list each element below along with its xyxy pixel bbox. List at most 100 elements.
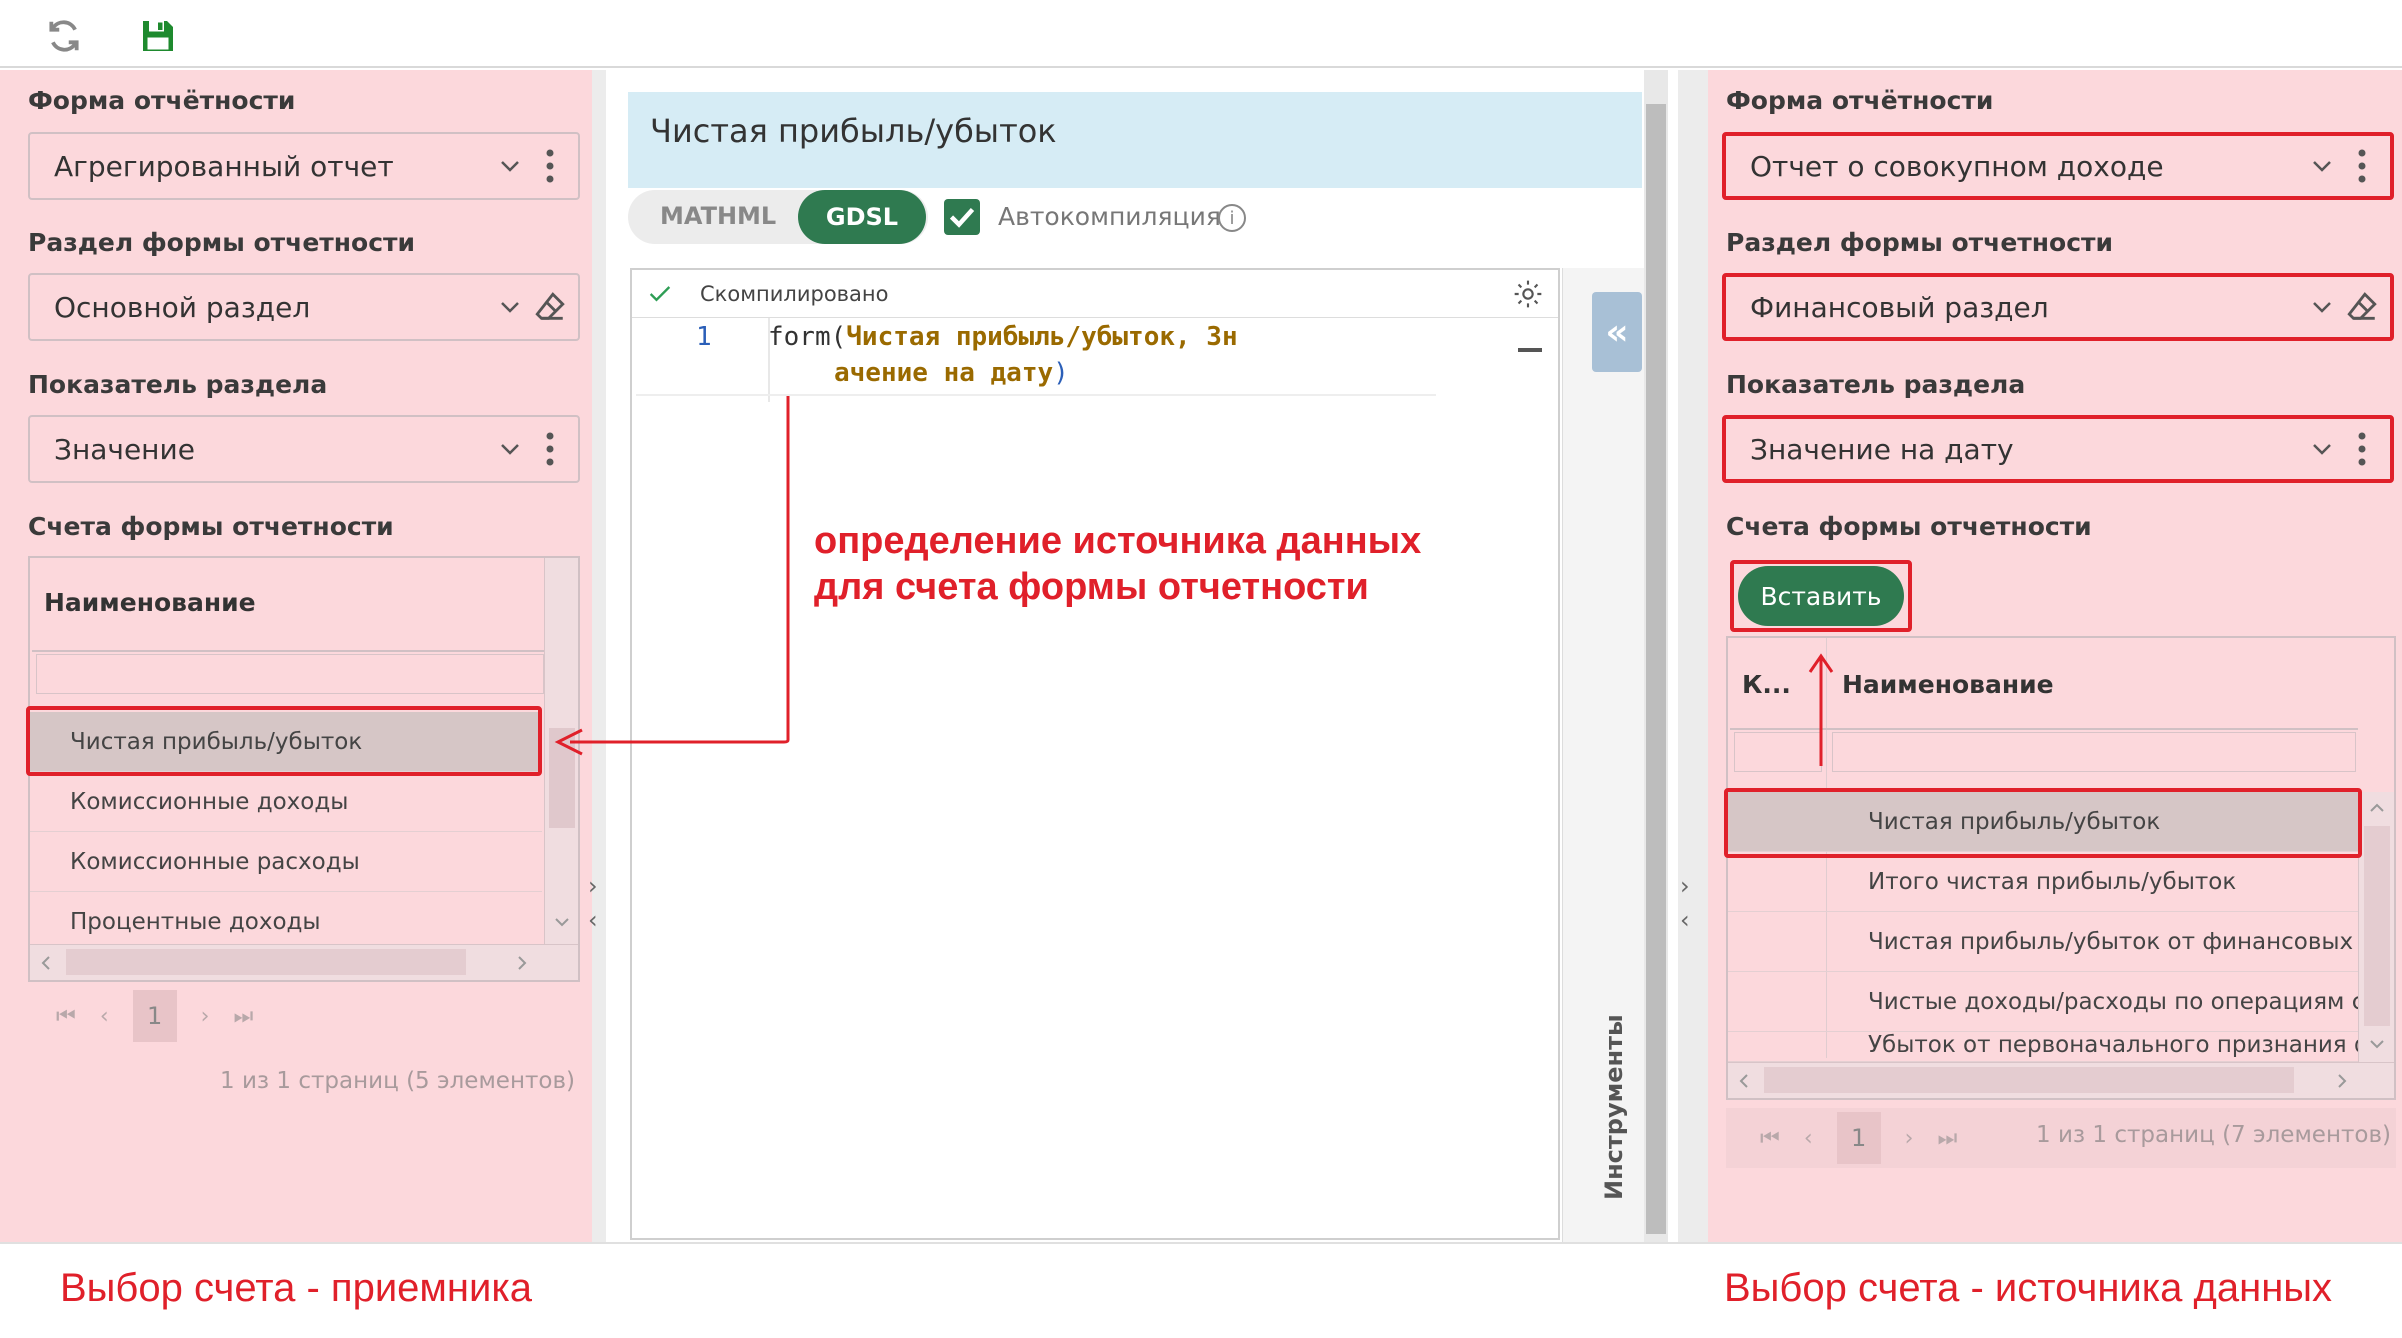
toolbar (0, 0, 2402, 68)
more-vertical-icon[interactable] (530, 146, 570, 186)
chevron-left-icon[interactable]: ‹ (1680, 906, 1690, 934)
left-section-select[interactable]: Основной раздел (28, 273, 580, 341)
left-accounts-label: Счета формы отчетности (28, 512, 394, 541)
first-page-icon[interactable]: ⏮ (1760, 1126, 1780, 1151)
list-item[interactable]: Итого чистая прибыль/убыток (1728, 852, 2358, 912)
refresh-icon[interactable] (42, 14, 86, 58)
save-icon[interactable] (136, 14, 180, 58)
list-item[interactable]: Убыток от первоначального признания фи (1728, 1032, 2358, 1062)
list-item[interactable]: Чистая прибыль/убыток от финансовых о (1728, 912, 2358, 972)
left-column-header-name[interactable]: Наименование (44, 588, 256, 617)
right-accounts-label: Счета формы отчетности (1726, 512, 2092, 541)
vertical-scrollbar[interactable] (2358, 792, 2394, 1062)
left-page-info: 1 из 1 страниц (5 элементов) (220, 1068, 575, 1094)
chevron-down-icon[interactable] (2302, 146, 2342, 186)
right-splitter[interactable] (1678, 70, 1708, 1242)
prev-page-icon[interactable]: ‹ (100, 1004, 109, 1029)
check-icon (649, 286, 671, 302)
highlight-box (26, 706, 542, 776)
line-number: 1 (696, 322, 712, 352)
last-page-icon[interactable]: ⏭ (233, 1004, 253, 1029)
prev-page-icon[interactable]: ‹ (1804, 1126, 1813, 1151)
gear-icon[interactable] (1512, 278, 1544, 310)
scrollbar-thumb[interactable] (66, 949, 466, 975)
annotation-data-source-2: для счета формы отчетности (814, 566, 1369, 608)
autocompile-label: Автокомпиляция (998, 202, 1221, 231)
more-vertical-icon[interactable] (2342, 146, 2382, 186)
next-page-icon[interactable]: › (1905, 1126, 1914, 1151)
annotation-arrow (554, 396, 790, 756)
list-item[interactable]: Процентные доходы (30, 892, 542, 952)
insert-button[interactable]: Вставить (1738, 566, 1904, 626)
right-column-header-name[interactable]: Наименование (1842, 670, 2054, 699)
chevron-left-icon[interactable] (1736, 1073, 1752, 1089)
left-section-value: Основной раздел (54, 290, 311, 324)
annotation-data-source-1: определение источника данных (814, 520, 1422, 562)
scrollbar-thumb[interactable] (1764, 1067, 2294, 1093)
page-number[interactable]: 1 (1836, 1112, 1881, 1164)
chevron-left-icon[interactable] (38, 955, 54, 971)
name-filter-cell[interactable] (1832, 732, 2356, 772)
highlight-box (1724, 788, 2362, 858)
right-indicator-value: Значение на дату (1750, 432, 2014, 466)
left-form-value: Агрегированный отчет (54, 149, 394, 183)
chevron-left-icon[interactable]: ‹ (588, 906, 598, 934)
minimap-marker[interactable] (1518, 348, 1542, 352)
formula-title: Чистая прибыль/убыток (650, 112, 1057, 150)
chevron-right-icon[interactable] (2334, 1073, 2350, 1089)
autocompile-checkbox[interactable] (944, 199, 980, 235)
chevron-down-icon[interactable] (490, 287, 530, 327)
annotation-arrow-up (1808, 653, 1834, 766)
source-caption: Выбор счета - источника данных (1724, 1266, 2333, 1310)
left-pager: ⏮ ‹ 1 › ⏭ (28, 990, 580, 1042)
left-indicator-select[interactable]: Значение (28, 415, 580, 483)
scrollbar-thumb[interactable] (2364, 826, 2390, 1026)
receiver-caption: Выбор счета - приемника (60, 1266, 532, 1310)
right-form-value: Отчет о совокупном доходе (1750, 149, 2164, 183)
bottom-divider (0, 1242, 2402, 1244)
eraser-icon[interactable] (530, 287, 570, 327)
left-indicator-label: Показатель раздела (28, 370, 328, 399)
tab-gdsl[interactable]: GDSL (798, 190, 926, 244)
vertical-scrollbar[interactable] (1644, 70, 1668, 1242)
horizontal-scrollbar[interactable] (1728, 1062, 2394, 1098)
right-section-select[interactable]: Финансовый раздел (1722, 273, 2394, 341)
chevron-down-icon[interactable] (554, 914, 570, 930)
eraser-icon[interactable] (2342, 287, 2382, 327)
chevron-down-icon[interactable] (2302, 287, 2342, 327)
chevron-down-icon[interactable] (2369, 1036, 2385, 1052)
editor-status-bar: Скомпилировано (632, 270, 1558, 318)
left-form-select[interactable]: Агрегированный отчет (28, 132, 580, 200)
left-form-label: Форма отчётности (28, 86, 296, 115)
horizontal-scrollbar[interactable] (30, 944, 578, 980)
info-icon[interactable]: i (1218, 204, 1246, 232)
code-line-1[interactable]: form(Чистая прибыль/убыток, Зн (768, 322, 1238, 352)
right-column-header-code[interactable]: К... (1742, 670, 1791, 699)
right-form-select[interactable]: Отчет о совокупном доходе (1722, 132, 2394, 200)
list-item[interactable]: Комиссионные расходы (30, 832, 542, 892)
chevron-right-icon[interactable]: › (1680, 872, 1690, 900)
code-line-1-wrap[interactable]: ачение на дату) (834, 358, 1069, 388)
first-page-icon[interactable]: ⏮ (56, 1004, 76, 1029)
chevron-right-icon[interactable] (514, 955, 530, 971)
collapse-tools-button[interactable]: « (1592, 292, 1642, 372)
check-icon (949, 207, 975, 228)
tools-label[interactable]: Инструменты (1600, 1014, 1628, 1200)
right-form-label: Форма отчётности (1726, 86, 1994, 115)
list-item[interactable]: Комиссионные доходы (30, 772, 542, 832)
chevron-down-icon[interactable] (2302, 429, 2342, 469)
scrollbar-thumb[interactable] (1646, 104, 1666, 1234)
last-page-icon[interactable]: ⏭ (1937, 1126, 1957, 1151)
chevron-right-icon[interactable]: › (588, 872, 598, 900)
chevron-up-icon[interactable] (2369, 800, 2385, 816)
right-indicator-select[interactable]: Значение на дату (1722, 415, 2394, 483)
chevron-down-icon[interactable] (490, 429, 530, 469)
left-filter-row[interactable] (36, 654, 544, 694)
next-page-icon[interactable]: › (201, 1004, 210, 1029)
more-vertical-icon[interactable] (2342, 429, 2382, 469)
header-divider (32, 650, 544, 652)
page-number[interactable]: 1 (132, 990, 177, 1042)
tab-mathml[interactable]: MATHML (660, 202, 776, 230)
chevron-down-icon[interactable] (490, 146, 530, 186)
list-item[interactable]: Чистые доходы/расходы по операциям с (1728, 972, 2358, 1032)
